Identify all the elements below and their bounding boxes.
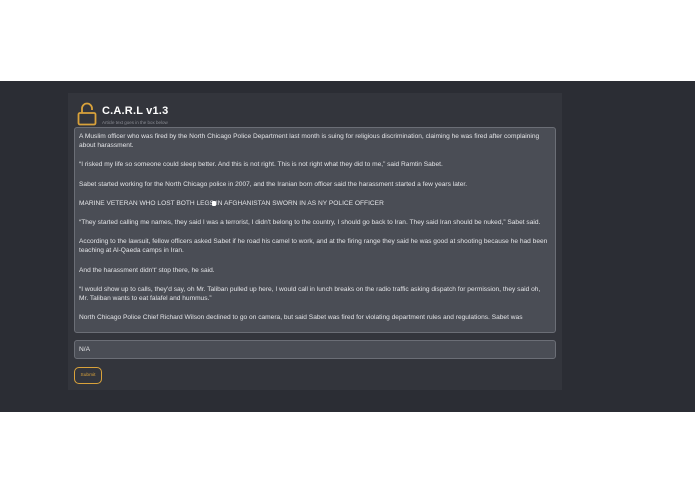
- article-textarea[interactable]: A Muslim officer who was fired by the No…: [74, 127, 556, 333]
- main-card: C.A.R.L v1.3 Article text goes in the bo…: [68, 93, 562, 390]
- article-paragraph: And the harassment didn't' stop there, h…: [79, 266, 215, 274]
- article-paragraph: “I risked my life so someone could sleep…: [79, 161, 443, 169]
- article-paragraph: According to the lawsuit, fellow officer…: [79, 238, 548, 255]
- article-paragraph: MARINE VETERAN WHO LOST BOTH LEGS IN AFG…: [79, 199, 384, 207]
- lock-open-icon: [77, 102, 97, 126]
- mouse-cursor-icon: [212, 201, 216, 206]
- article-scrollbar[interactable]: [551, 130, 554, 330]
- article-paragraph: A Muslim officer who was fired by the No…: [79, 133, 540, 150]
- app-background: C.A.R.L v1.3 Article text goes in the bo…: [0, 81, 695, 412]
- result-field[interactable]: N/A: [74, 340, 556, 359]
- submit-button[interactable]: Submit: [74, 367, 102, 384]
- article-paragraph: Sabet started working for the North Chic…: [79, 180, 468, 188]
- app-subtitle: Article text goes in the box below: [102, 120, 168, 125]
- article-paragraph: North Chicago Police Chief Richard Wilso…: [79, 314, 523, 322]
- article-paragraph: “I would show up to calls, they'd say, o…: [79, 285, 541, 303]
- app-title: C.A.R.L v1.3: [102, 105, 169, 117]
- article-paragraph: “They started calling me names, they sai…: [79, 219, 541, 227]
